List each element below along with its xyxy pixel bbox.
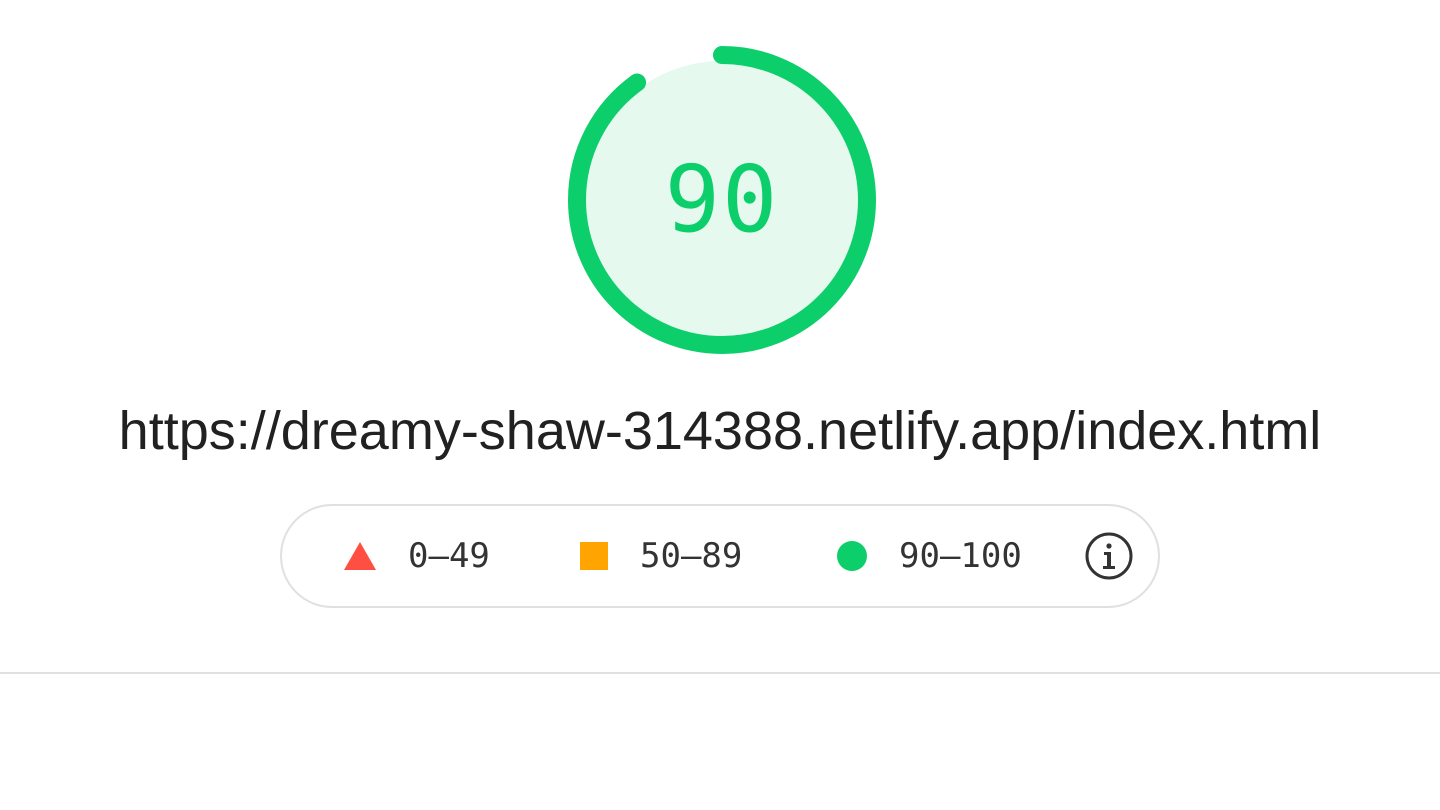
score-scale-legend: 0–49 50–89 90–100	[280, 504, 1160, 608]
score-gauge: 90	[567, 45, 877, 355]
legend-item-pass: 90–100	[837, 506, 1022, 606]
page-url: https://dreamy-shaw-314388.netlify.app/i…	[118, 401, 1322, 461]
circle-icon	[837, 541, 867, 571]
legend-label-fail: 0–49	[408, 536, 490, 576]
score-value: 90	[664, 146, 780, 253]
report-page: 90 https://dreamy-shaw-314388.netlify.ap…	[0, 0, 1440, 810]
square-icon	[580, 542, 608, 570]
info-icon	[1085, 532, 1133, 580]
section-divider	[0, 672, 1440, 674]
legend-label-pass: 90–100	[899, 536, 1022, 576]
info-button[interactable]	[1084, 531, 1134, 581]
legend-item-average: 50–89	[580, 506, 742, 606]
legend-label-average: 50–89	[640, 536, 743, 576]
triangle-icon	[344, 542, 376, 570]
legend-item-fail: 0–49	[344, 506, 490, 606]
